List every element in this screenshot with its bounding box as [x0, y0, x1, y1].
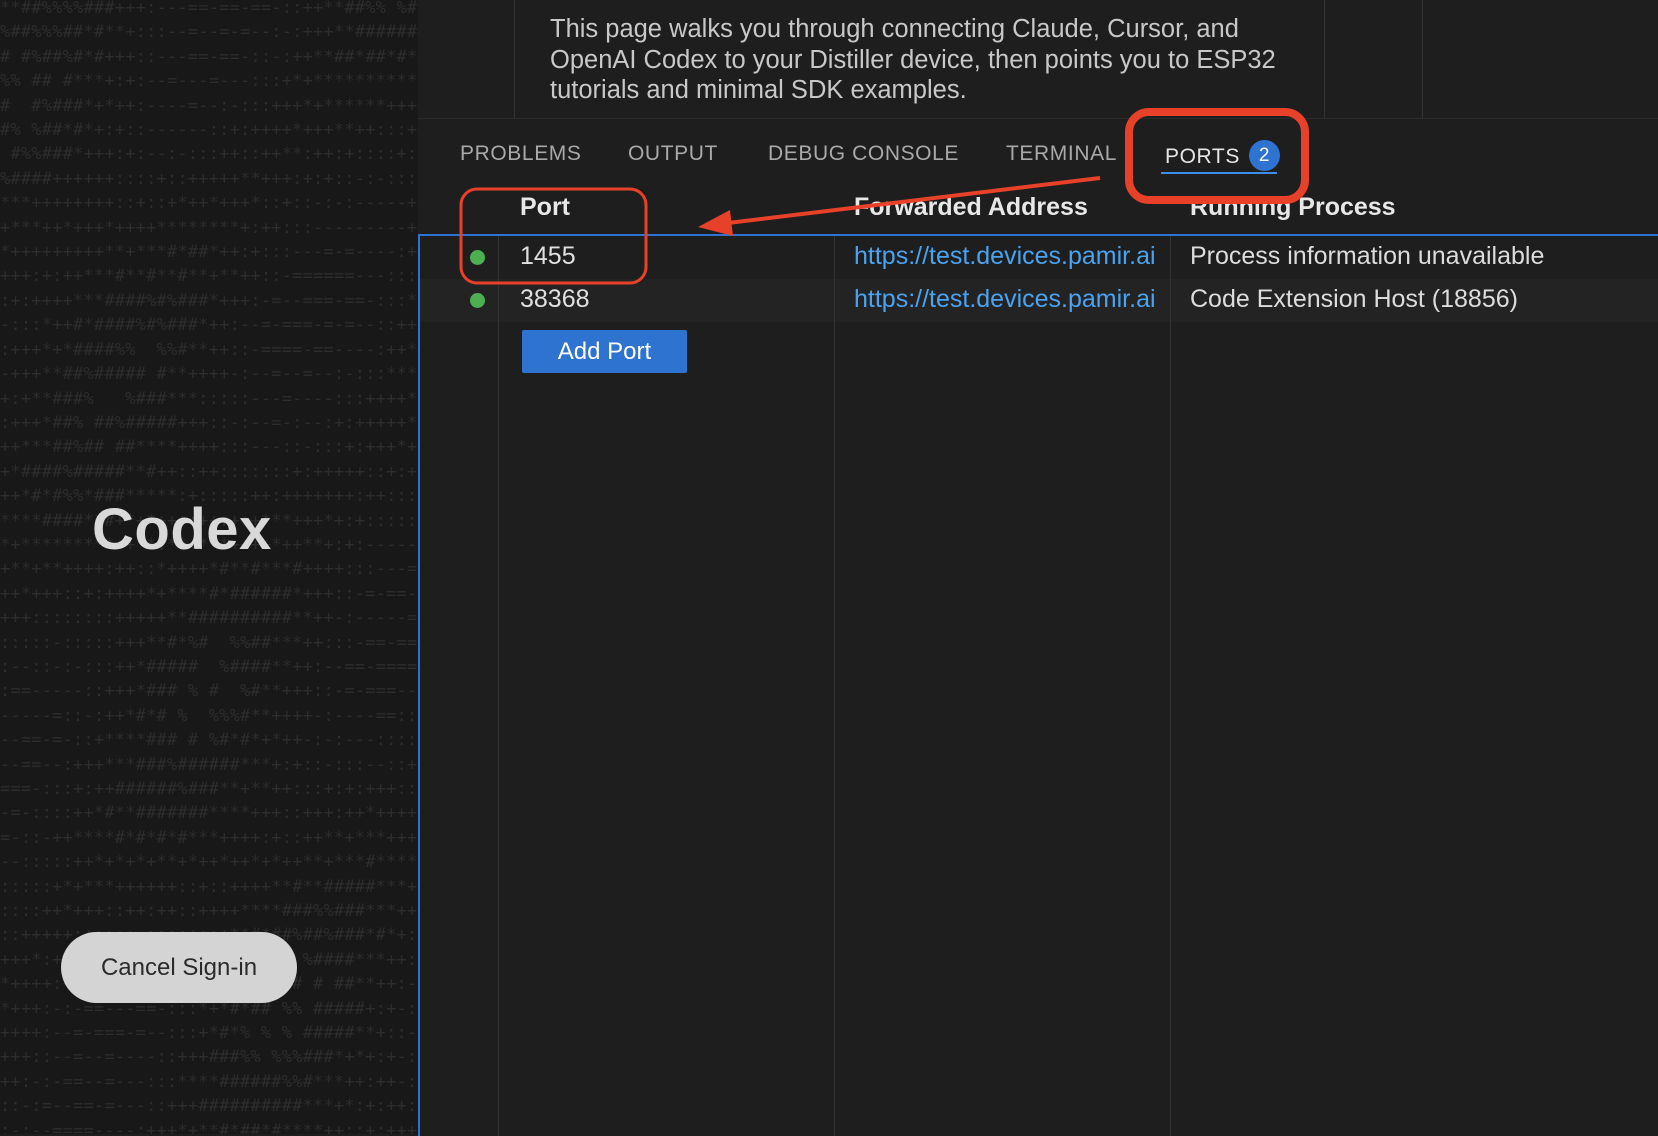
tab-output[interactable]: OUTPUT [628, 142, 718, 166]
table-divider [1422, 0, 1423, 118]
signin-panel: **##%%%%###+++:---==-==-==-::++**##%% %#… [0, 0, 418, 1134]
forwarded-address-link[interactable]: https://test.devices.pamir.ai [854, 242, 1166, 271]
status-running-icon [470, 293, 485, 308]
editor-area: This page walks you through connecting C… [418, 0, 1658, 1136]
panel-tabs: PROBLEMS OUTPUT DEBUG CONSOLE TERMINAL P… [418, 118, 1658, 188]
forwarded-address-link[interactable]: https://test.devices.pamir.ai [854, 285, 1166, 314]
tab-terminal[interactable]: TERMINAL [1006, 142, 1117, 166]
status-running-icon [470, 250, 485, 265]
table-row[interactable]: 38368 https://test.devices.pamir.ai Code… [420, 279, 1658, 322]
ports-count-badge: 2 [1248, 140, 1280, 171]
column-header-forwarded-address[interactable]: Forwarded Address [854, 193, 1088, 222]
running-process: Code Extension Host (18856) [1190, 285, 1518, 313]
ports-table-body: 1455 https://test.devices.pamir.ai Proce… [418, 234, 1658, 1136]
running-process: Process information unavailable [1190, 242, 1545, 270]
column-header-port[interactable]: Port [520, 193, 570, 222]
column-header-running-process[interactable]: Running Process [1190, 193, 1396, 222]
table-divider [514, 0, 515, 118]
tab-problems[interactable]: PROBLEMS [460, 142, 582, 166]
table-divider [1324, 0, 1325, 118]
add-port-button[interactable]: Add Port [522, 330, 687, 373]
column-divider [834, 236, 835, 1136]
tab-ports-label: PORTS [1165, 145, 1240, 169]
tab-debug-console[interactable]: DEBUG CONSOLE [768, 142, 959, 166]
column-divider [1170, 236, 1171, 1136]
cancel-signin-button[interactable]: Cancel Sign-in [61, 932, 297, 1003]
doc-paragraph: This page walks you through connecting C… [550, 15, 1276, 104]
table-row[interactable]: 1455 https://test.devices.pamir.ai Proce… [420, 236, 1658, 279]
active-tab-indicator [1161, 172, 1277, 174]
port-number: 1455 [520, 242, 576, 270]
ports-table: Port Forwarded Address Running Process 1… [418, 188, 1658, 1136]
port-number: 38368 [520, 285, 590, 313]
signin-title: Codex [92, 497, 272, 562]
markdown-preview: This page walks you through connecting C… [418, 0, 1658, 119]
column-divider [498, 236, 499, 1136]
tab-ports[interactable]: PORTS 2 [1165, 140, 1280, 173]
